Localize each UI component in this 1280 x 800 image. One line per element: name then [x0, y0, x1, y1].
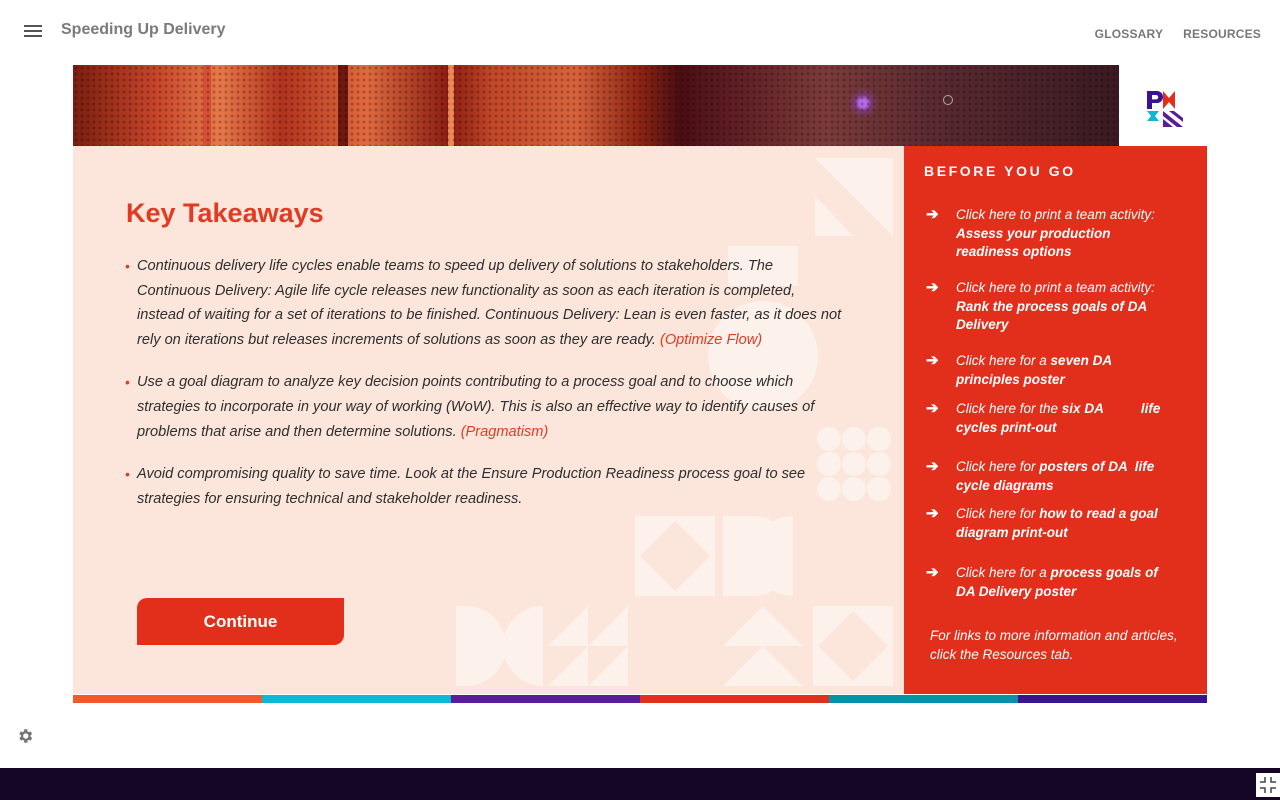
- takeaways-list: Continuous delivery life cycles enable t…: [125, 254, 842, 529]
- optimize-flow-link[interactable]: (Optimize Flow): [660, 332, 762, 348]
- stripe-segment: [262, 695, 451, 703]
- stripe-segment: [640, 695, 829, 703]
- list-item: Use a goal diagram to analyze key decisi…: [125, 370, 842, 444]
- glossary-link[interactable]: GLOSSARY: [1095, 27, 1164, 41]
- arrow-right-icon: ➔: [926, 279, 939, 296]
- arrow-right-icon: ➔: [926, 458, 939, 475]
- slide: Key Takeaways Continuous delivery life c…: [73, 65, 1207, 703]
- sidebar-item-process-goals-poster[interactable]: ➔ Click here for a process goals of DA D…: [926, 564, 1176, 601]
- color-stripe: [73, 695, 1207, 703]
- collapse-fullscreen-icon[interactable]: [1256, 773, 1280, 797]
- stripe-segment: [73, 695, 262, 703]
- top-bar: Speeding Up Delivery GLOSSARY RESOURCES: [0, 0, 1280, 62]
- pragmatism-link[interactable]: (Pragmatism): [461, 424, 549, 440]
- arrow-right-icon: ➔: [926, 505, 939, 522]
- banner-image: [73, 65, 1119, 146]
- bottom-bar: [0, 768, 1280, 800]
- list-item: Continuous delivery life cycles enable t…: [125, 254, 842, 352]
- hamburger-menu-icon[interactable]: [24, 25, 42, 39]
- arrow-right-icon: ➔: [926, 400, 939, 417]
- resources-link[interactable]: RESOURCES: [1183, 27, 1261, 41]
- arrow-right-icon: ➔: [926, 206, 939, 223]
- course-title: Speeding Up Delivery: [61, 21, 226, 38]
- sidebar-footer-note: For links to more information and articl…: [930, 628, 1178, 662]
- gear-icon[interactable]: [16, 727, 34, 745]
- arrow-right-icon: ➔: [926, 352, 939, 369]
- stripe-segment: [451, 695, 640, 703]
- sidebar-item-goal-diagram-printout[interactable]: ➔ Click here for how to read a goal diag…: [926, 505, 1176, 542]
- sidebar-item-life-cycle-posters[interactable]: ➔ Click here for posters of DA life cycl…: [926, 458, 1176, 495]
- pmi-logo: [1147, 91, 1183, 127]
- content-panel: Key Takeaways Continuous delivery life c…: [73, 146, 904, 694]
- sidebar-item-life-cycles-printout[interactable]: ➔ Click here for the six DA life cycles …: [926, 400, 1176, 437]
- top-nav: GLOSSARY RESOURCES: [1095, 27, 1261, 41]
- sidebar-item-rank-goals[interactable]: ➔ Click here to print a team activity: R…: [926, 279, 1176, 335]
- stripe-segment: [829, 695, 1018, 703]
- sidebar-item-principles-poster[interactable]: ➔ Click here for a seven DA principles p…: [926, 352, 1176, 389]
- before-you-go-panel: BEFORE YOU GO ➔ Click here to print a te…: [904, 146, 1207, 694]
- logo-area: [1119, 65, 1207, 146]
- page-title: Key Takeaways: [126, 198, 324, 228]
- arrow-right-icon: ➔: [926, 564, 939, 581]
- list-item: Avoid compromising quality to save time.…: [125, 462, 842, 511]
- continue-button[interactable]: Continue: [137, 598, 344, 645]
- sidebar-title: BEFORE YOU GO: [924, 163, 1076, 179]
- sidebar-item-assess-readiness[interactable]: ➔ Click here to print a team activity: A…: [926, 206, 1176, 262]
- stripe-segment: [1018, 695, 1207, 703]
